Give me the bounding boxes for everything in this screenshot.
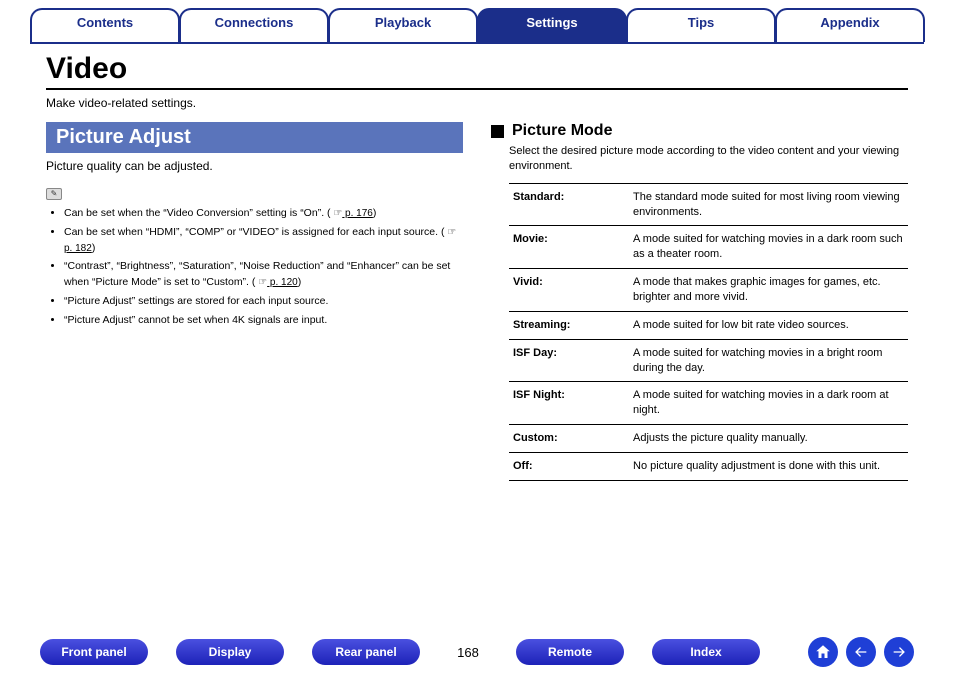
pointer-icon: ☞ [447,227,456,238]
rear-panel-button[interactable]: Rear panel [312,639,420,665]
intro-picture-mode: Select the desired picture mode accordin… [509,144,908,175]
prev-page-icon[interactable] [846,637,876,667]
col-picture-adjust: Picture Adjust Picture quality can be ad… [46,122,463,481]
page-ref-link[interactable]: p. 120 [267,277,298,288]
note-item: “Picture Adjust” cannot be set when 4K s… [64,313,463,329]
mode-name: Custom: [509,425,629,453]
table-row: Off:No picture quality adjustment is don… [509,452,908,480]
mode-name: Movie: [509,226,629,269]
tab-playback[interactable]: Playback [328,8,478,42]
page-ref-link[interactable]: p. 182 [64,243,92,254]
table-row: Streaming:A mode suited for low bit rate… [509,311,908,339]
table-row: Standard:The standard mode suited for mo… [509,183,908,226]
square-bullet-icon [491,125,504,138]
tab-appendix[interactable]: Appendix [775,8,925,42]
tab-tips[interactable]: Tips [626,8,776,42]
page-intro: Make video-related settings. [46,96,908,110]
tab-contents[interactable]: Contents [30,8,180,42]
mode-name: ISF Night: [509,382,629,425]
note-item: “Contrast”, “Brightness”, “Saturation”, … [64,259,463,291]
table-row: Custom:Adjusts the picture quality manua… [509,425,908,453]
footer-nav: Front panel Display Rear panel 168 Remot… [0,637,954,667]
page-number: 168 [448,645,488,660]
index-button[interactable]: Index [652,639,760,665]
table-row: ISF Night:A mode suited for watching mov… [509,382,908,425]
mode-name: Vivid: [509,269,629,312]
mode-desc: A mode suited for low bit rate video sou… [629,311,908,339]
heading-picture-adjust: Picture Adjust [46,122,463,153]
heading-picture-mode: Picture Mode [512,122,612,140]
page-title: Video [46,52,908,90]
picture-mode-table: Standard:The standard mode suited for mo… [509,183,908,481]
mode-desc: Adjusts the picture quality manually. [629,425,908,453]
mode-desc: The standard mode suited for most living… [629,183,908,226]
pointer-icon: ☞ [333,208,342,219]
mode-name: Standard: [509,183,629,226]
front-panel-button[interactable]: Front panel [40,639,148,665]
pointer-icon: ☞ [258,277,267,288]
mode-desc: A mode that makes graphic images for gam… [629,269,908,312]
note-item: Can be set when the “Video Conversion” s… [64,206,463,222]
top-tabs: Contents Connections Playback Settings T… [30,8,924,42]
page-ref-link[interactable]: p. 176 [342,208,373,219]
remote-button[interactable]: Remote [516,639,624,665]
next-page-icon[interactable] [884,637,914,667]
notes-list: Can be set when the “Video Conversion” s… [46,206,463,328]
display-button[interactable]: Display [176,639,284,665]
mode-desc: A mode suited for watching movies in a d… [629,226,908,269]
note-item: “Picture Adjust” settings are stored for… [64,294,463,310]
tab-settings[interactable]: Settings [477,8,627,42]
mode-name: ISF Day: [509,339,629,382]
col-picture-mode: Picture Mode Select the desired picture … [491,122,908,481]
subtext-picture-adjust: Picture quality can be adjusted. [46,159,463,173]
table-row: Movie:A mode suited for watching movies … [509,226,908,269]
mode-desc: A mode suited for watching movies in a b… [629,339,908,382]
tab-connections[interactable]: Connections [179,8,329,42]
mode-name: Streaming: [509,311,629,339]
table-row: Vivid:A mode that makes graphic images f… [509,269,908,312]
home-icon[interactable] [808,637,838,667]
note-item: Can be set when “HDMI”, “COMP” or “VIDEO… [64,225,463,257]
mode-desc: No picture quality adjustment is done wi… [629,452,908,480]
mode-desc: A mode suited for watching movies in a d… [629,382,908,425]
mode-name: Off: [509,452,629,480]
table-row: ISF Day:A mode suited for watching movie… [509,339,908,382]
pencil-note-icon: ✎ [46,188,62,200]
